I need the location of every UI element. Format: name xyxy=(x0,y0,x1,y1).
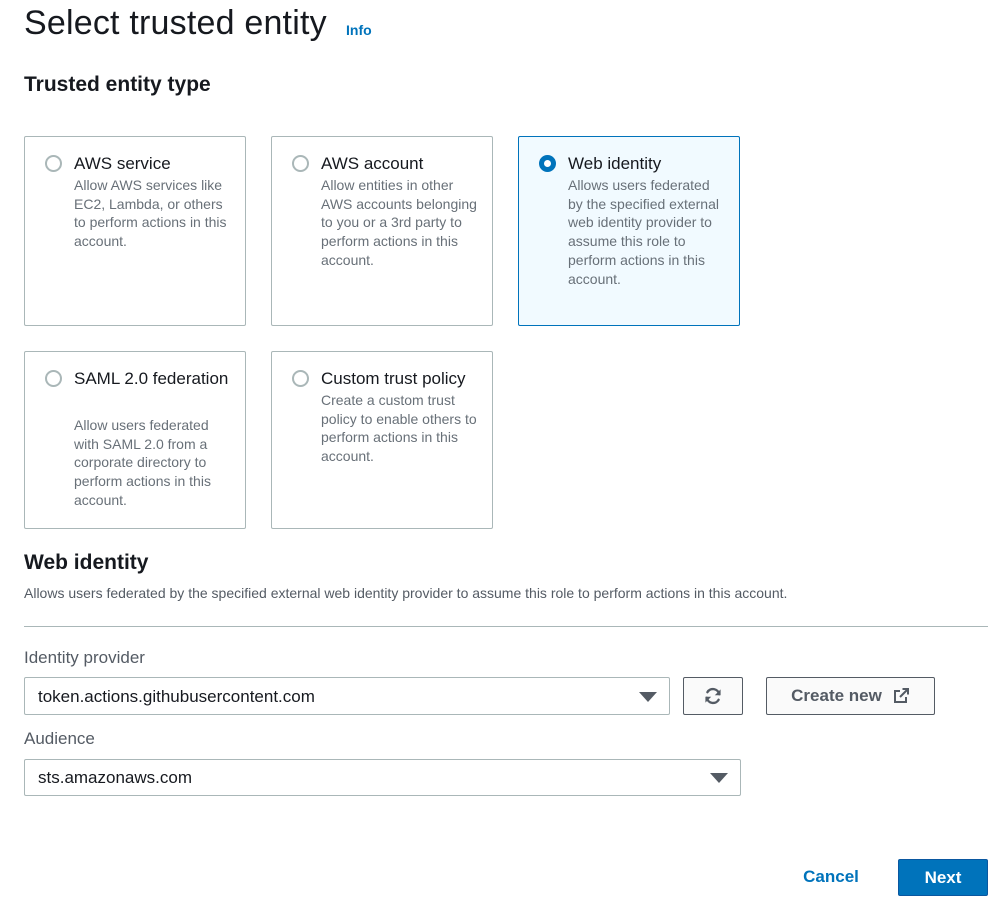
create-new-button[interactable]: Create new xyxy=(766,677,935,715)
tile-description: Allows users federated by the specified … xyxy=(568,177,719,287)
external-link-icon xyxy=(893,688,909,703)
info-link[interactable]: Info xyxy=(346,22,372,38)
tile-aws-account[interactable]: AWS account Allow entities in other AWS … xyxy=(271,136,493,326)
radio-icon[interactable] xyxy=(292,370,309,387)
trusted-entity-type-heading: Trusted entity type xyxy=(24,73,211,96)
tile-title: Web identity xyxy=(568,154,662,173)
radio-icon[interactable] xyxy=(45,155,62,172)
next-button[interactable]: Next xyxy=(898,859,988,896)
audience-value: sts.amazonaws.com xyxy=(38,768,192,787)
identity-provider-value: token.actions.githubusercontent.com xyxy=(38,687,315,706)
cancel-button[interactable]: Cancel xyxy=(792,860,870,896)
tile-saml-federation[interactable]: SAML 2.0 federation Allow users federate… xyxy=(24,351,246,529)
identity-provider-label: Identity provider xyxy=(24,648,145,667)
web-identity-heading: Web identity xyxy=(24,551,149,574)
audience-select[interactable]: sts.amazonaws.com xyxy=(24,759,741,796)
create-new-label: Create new xyxy=(791,686,882,705)
tile-title: Custom trust policy xyxy=(321,369,466,388)
tile-title: AWS service xyxy=(74,154,171,173)
tile-title: SAML 2.0 federation xyxy=(74,369,229,388)
radio-icon[interactable] xyxy=(539,155,556,172)
radio-icon[interactable] xyxy=(292,155,309,172)
audience-label: Audience xyxy=(24,729,95,748)
tile-description: Allow entities in other AWS accounts bel… xyxy=(321,177,477,268)
caret-down-icon xyxy=(710,773,728,783)
web-identity-description: Allows users federated by the specified … xyxy=(24,585,788,601)
page-title: Select trusted entity xyxy=(24,4,327,42)
identity-provider-select[interactable]: token.actions.githubusercontent.com xyxy=(24,677,670,715)
radio-icon[interactable] xyxy=(45,370,62,387)
tile-web-identity[interactable]: Web identity Allows users federated by t… xyxy=(518,136,740,326)
section-divider xyxy=(24,626,988,627)
caret-down-icon xyxy=(639,692,657,702)
tile-description: Allow AWS services like EC2, Lambda, or … xyxy=(74,177,227,250)
tile-description: Allow users federated with SAML 2.0 from… xyxy=(74,417,211,508)
refresh-icon xyxy=(705,687,721,705)
tile-custom-trust-policy[interactable]: Custom trust policy Create a custom trus… xyxy=(271,351,493,529)
refresh-button[interactable] xyxy=(683,677,743,715)
tile-title: AWS account xyxy=(321,154,424,173)
tile-aws-service[interactable]: AWS service Allow AWS services like EC2,… xyxy=(24,136,246,326)
tile-description: Create a custom trust policy to enable o… xyxy=(321,392,477,465)
